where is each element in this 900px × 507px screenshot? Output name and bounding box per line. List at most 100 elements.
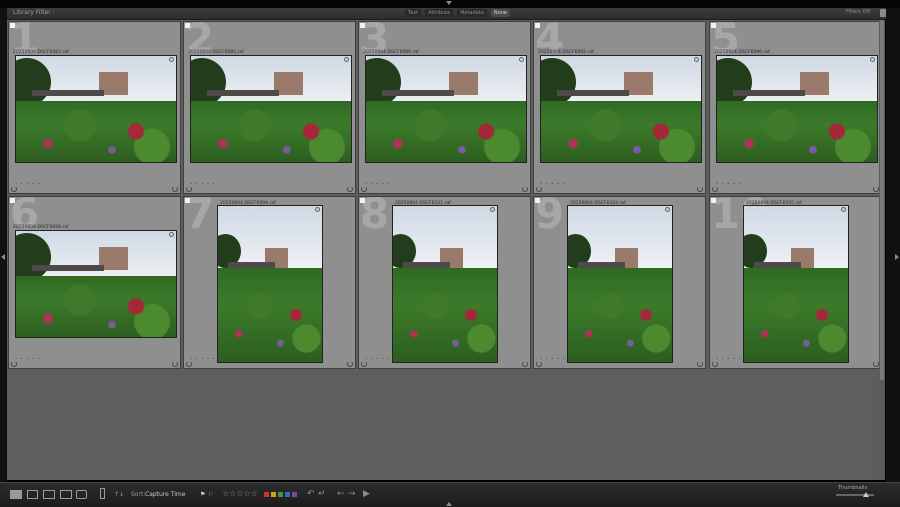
thumbnail-cell[interactable]: 10 20250604-DSCF6105.raf • • • • • (709, 196, 882, 369)
color-label-green[interactable] (278, 492, 283, 497)
metadata-badge-icon[interactable] (315, 207, 320, 212)
metadata-badge-icon[interactable] (519, 57, 524, 62)
rating-dots[interactable]: • • • • • (15, 181, 41, 186)
slideshow-play-icon[interactable]: ▶ (363, 489, 370, 499)
thumbnail-image[interactable] (15, 230, 177, 338)
rating-dots[interactable]: • • • • • (15, 356, 41, 361)
top-panel-toggle-icon[interactable] (446, 1, 452, 5)
metadata-badge-icon[interactable] (344, 57, 349, 62)
right-panel-toggle-icon[interactable] (895, 254, 899, 260)
rotate-right-icon[interactable] (347, 186, 353, 192)
survey-view-icon[interactable] (60, 490, 72, 499)
metadata-badge-icon[interactable] (490, 207, 495, 212)
rating-dots[interactable]: • • • • • (716, 356, 742, 361)
thumbnail-cell[interactable]: 5 20250604-DSCF6096.raf • • • • • (709, 21, 882, 194)
metadata-badge-icon[interactable] (694, 57, 699, 62)
grid-view-icon[interactable] (10, 490, 22, 499)
thumbnail-cell[interactable]: 4 20250604-DSCF6092.raf • • • • • (533, 21, 706, 194)
people-view-icon[interactable] (76, 490, 87, 499)
rotate-right-icon[interactable] (697, 361, 703, 367)
filter-attribute-tab[interactable]: Attribute (425, 9, 454, 17)
pick-flag-icon[interactable] (535, 23, 540, 28)
thumbnail-size-slider-knob[interactable] (863, 492, 870, 497)
sort-dropdown[interactable]: Capture Time (145, 491, 185, 498)
color-label-purple[interactable] (292, 492, 297, 497)
previous-icon[interactable]: ← (337, 489, 345, 499)
thumbnail-image[interactable] (190, 55, 352, 163)
next-icon[interactable]: → (348, 489, 356, 499)
metadata-badge-icon[interactable] (870, 57, 875, 62)
color-label-blue[interactable] (285, 492, 290, 497)
thumbnail-cell[interactable]: 3 20250604-DSCF6089.raf • • • • • (358, 21, 531, 194)
rotate-right-icon[interactable]: ↵ (318, 489, 326, 499)
thumbnail-cell[interactable]: 9 20250604-DSCF6103.raf • • • • • (533, 196, 706, 369)
metadata-badge-icon[interactable] (169, 57, 174, 62)
filter-none-tab[interactable]: None (490, 9, 510, 17)
reject-flag-icon[interactable]: ⚐ (208, 491, 213, 498)
thumbnail-image[interactable] (15, 55, 177, 163)
rating-dots[interactable]: • • • • • (716, 181, 742, 186)
filmstrip-toggle-icon[interactable] (446, 502, 452, 506)
rotate-right-icon[interactable] (172, 186, 178, 192)
rotate-right-icon[interactable] (347, 361, 353, 367)
thumbnail-image[interactable] (365, 55, 527, 163)
rating-dots[interactable]: • • • • • (540, 181, 566, 186)
thumbnail-image[interactable] (567, 205, 673, 363)
star-rating[interactable]: ☆☆☆☆☆ (222, 489, 258, 498)
pick-flag-icon[interactable] (360, 23, 365, 28)
thumbnail-image[interactable] (743, 205, 849, 363)
left-panel-toggle-icon[interactable] (1, 254, 5, 260)
rotate-right-icon[interactable] (522, 361, 528, 367)
thumbnail-cell[interactable]: 7 20250604-DSCF6099.raf • • • • • (183, 196, 356, 369)
rotate-left-icon[interactable] (11, 186, 17, 192)
rotate-left-icon[interactable] (712, 186, 718, 192)
rotate-left-icon[interactable] (361, 186, 367, 192)
thumbnail-cell[interactable]: 6 20250604-DSCF6098.raf • • • • • (8, 196, 181, 369)
thumbnail-cell[interactable]: 8 20250604-DSCF6101.raf • • • • • (358, 196, 531, 369)
color-label-yellow[interactable] (271, 492, 276, 497)
color-label-red[interactable] (264, 492, 269, 497)
thumbnail-image[interactable] (716, 55, 878, 163)
thumbnail-image[interactable] (540, 55, 702, 163)
thumbnail-image[interactable] (217, 205, 323, 363)
grid-scrollbar-thumb[interactable] (880, 20, 884, 380)
pick-flag-icon[interactable] (711, 23, 716, 28)
rotate-left-icon[interactable] (712, 361, 718, 367)
rating-dots[interactable]: • • • • • (365, 181, 391, 186)
loupe-view-icon[interactable] (27, 490, 38, 499)
rotate-left-icon[interactable] (186, 361, 192, 367)
rotate-left-icon[interactable] (536, 361, 542, 367)
pick-flag-icon[interactable] (360, 198, 365, 203)
pick-flag-icon[interactable] (10, 23, 15, 28)
rotate-right-icon[interactable] (697, 186, 703, 192)
pick-flag-icon[interactable] (535, 198, 540, 203)
rotate-left-icon[interactable] (11, 361, 17, 367)
flag-icon[interactable]: ⚑ (200, 491, 205, 498)
rating-dots[interactable]: • • • • • (540, 356, 566, 361)
thumbnail-cell[interactable]: 2 20250604-DSCF6085.raf • • • • • (183, 21, 356, 194)
filter-text-tab[interactable]: Text (405, 9, 422, 17)
pick-flag-icon[interactable] (185, 23, 190, 28)
pick-flag-icon[interactable] (10, 198, 15, 203)
thumbnail-cell[interactable]: 1 20250604-DSCF6083.raf • • • • • (8, 21, 181, 194)
rotate-left-icon[interactable] (536, 186, 542, 192)
rotate-left-icon[interactable] (186, 186, 192, 192)
pick-flag-icon[interactable] (711, 198, 716, 203)
metadata-badge-icon[interactable] (841, 207, 846, 212)
sort-direction-icon[interactable]: ↑↓ (114, 491, 124, 498)
pick-flag-icon[interactable] (185, 198, 190, 203)
compare-view-icon[interactable] (43, 490, 55, 499)
rating-dots[interactable]: • • • • • (365, 356, 391, 361)
spray-can-icon[interactable] (100, 488, 105, 499)
rating-dots[interactable]: • • • • • (190, 181, 216, 186)
thumbnail-image[interactable] (392, 205, 498, 363)
metadata-badge-icon[interactable] (665, 207, 670, 212)
rotate-left-icon[interactable]: ↶ (307, 489, 315, 499)
rating-dots[interactable]: • • • • • (190, 356, 216, 361)
rotate-right-icon[interactable] (172, 361, 178, 367)
rotate-left-icon[interactable] (361, 361, 367, 367)
rotate-right-icon[interactable] (522, 186, 528, 192)
filters-off-dropdown[interactable]: Filters Off (846, 9, 870, 15)
metadata-badge-icon[interactable] (169, 232, 174, 237)
filter-metadata-tab[interactable]: Metadata (457, 9, 487, 17)
